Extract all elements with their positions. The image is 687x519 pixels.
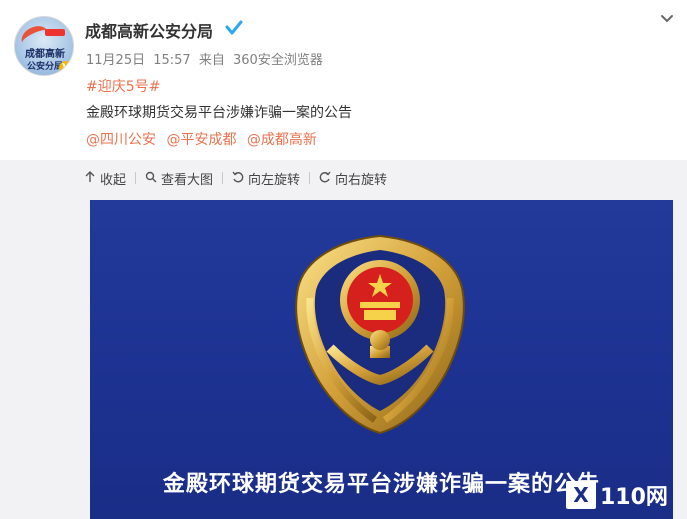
avatar-text-line1: 成都高新: [25, 49, 65, 60]
verified-badge-icon: V: [59, 61, 73, 75]
post-text: 金殿环球期货交易平台涉嫌诈骗一案的公告: [86, 105, 352, 121]
rotate-right-icon: [319, 171, 331, 186]
post-time[interactable]: 15:57: [153, 53, 190, 68]
watermark-box: X: [566, 481, 596, 509]
avatar[interactable]: 成都高新 公安分局 V: [14, 16, 74, 76]
watermark-text: 110网: [600, 485, 668, 510]
view-large-label: 查看大图: [161, 172, 214, 188]
collapse-icon: [84, 170, 96, 186]
search-icon: [145, 171, 157, 186]
police-emblem-icon: [295, 234, 465, 435]
author-name[interactable]: 成都高新公安分局: [85, 18, 213, 42]
rotate-left-icon: [232, 171, 244, 186]
image-toolbar: 收起 查看大图 向左旋转 向右旋转: [84, 168, 396, 188]
rotate-left-button[interactable]: 向左旋转: [232, 169, 309, 188]
post-source[interactable]: 360安全浏览器: [233, 53, 323, 68]
post-image[interactable]: 金殿环球期货交易平台涉嫌诈骗一案的公告: [90, 200, 673, 519]
mention-link[interactable]: @成都高新: [247, 132, 317, 148]
mention-link[interactable]: @四川公安: [86, 132, 156, 148]
source-prefix: 来自: [198, 53, 225, 68]
mentions: @四川公安 @平安成都 @成都高新: [86, 129, 323, 149]
post-date[interactable]: 11月25日: [86, 53, 145, 68]
post-meta: 11月25日 15:57 来自 360安全浏览器: [86, 49, 327, 68]
rotate-right-button[interactable]: 向右旋转: [319, 169, 396, 188]
collapse-label: 收起: [100, 172, 127, 188]
view-large-button[interactable]: 查看大图: [145, 169, 222, 188]
verified-icon[interactable]: [224, 18, 244, 38]
toolbar-divider: [309, 172, 311, 184]
toolbar-divider: [222, 172, 224, 184]
toolbar-divider: [135, 172, 137, 184]
mention-link[interactable]: @平安成都: [166, 132, 236, 148]
hashtag-link[interactable]: #迎庆5号#: [86, 76, 160, 96]
watermark-logo: X 110网: [566, 478, 678, 512]
rotate-right-label: 向右旋转: [335, 172, 388, 188]
collapse-button[interactable]: 收起: [84, 169, 135, 188]
chevron-down-icon[interactable]: [656, 10, 678, 32]
weibo-post: 成都高新 公安分局 V 成都高新公安分局 11月25日 15:57 来自 360…: [0, 0, 687, 160]
avatar-logo-badge: [45, 29, 65, 36]
rotate-left-label: 向左旋转: [248, 172, 301, 188]
